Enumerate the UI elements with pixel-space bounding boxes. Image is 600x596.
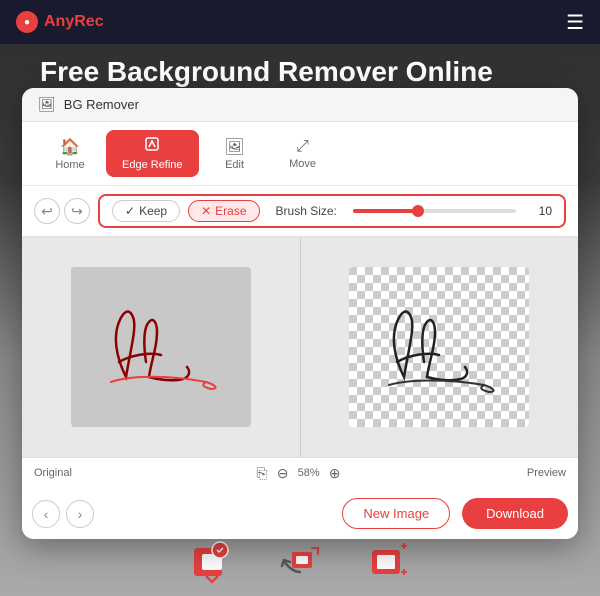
canvas-area [22, 237, 578, 457]
action-bar: ‹ › New Image Download [22, 488, 578, 539]
nav-arrows: ‹ › [32, 500, 94, 528]
preview-image [349, 267, 529, 427]
keep-button[interactable]: ✓ Keep [112, 200, 180, 222]
copy-icon[interactable]: ⎘ [256, 465, 267, 482]
tab-home-label: Home [55, 159, 84, 171]
move-icon: ⤢ [296, 138, 309, 156]
brush-size-label: Brush Size: [276, 204, 337, 218]
original-image [71, 267, 251, 427]
brush-controls: ✓ Keep ✕ Erase Brush Size: 10 [98, 194, 566, 228]
bg-remover-modal: 🖼 BG Remover 🏠 Home Edge Refine 🖼 Edit ⤢… [22, 88, 578, 539]
bg-remover-icon: 🖼 [38, 96, 56, 113]
prev-arrow-button[interactable]: ‹ [32, 500, 60, 528]
preview-canvas-panel [300, 237, 579, 457]
tab-home[interactable]: 🏠 Home [38, 131, 102, 177]
tab-edge-refine[interactable]: Edge Refine [106, 130, 199, 177]
original-canvas-panel [22, 237, 300, 457]
logo: ● AnyRec [16, 11, 104, 33]
zoom-percent: 58% [298, 467, 320, 479]
edge-refine-icon [144, 136, 160, 157]
status-bar: Original ⎘ ⊖ 58% ⊕ Preview [22, 457, 578, 488]
modal-title: BG Remover [64, 97, 139, 112]
toolbar: ↩ ↪ ✓ Keep ✕ Erase Brush Size: 10 [22, 186, 578, 237]
home-icon: 🏠 [60, 137, 80, 157]
feature-icon-3 [364, 538, 412, 586]
tab-move-label: Move [289, 158, 316, 170]
tab-bar: 🏠 Home Edge Refine 🖼 Edit ⤢ Move [22, 122, 578, 186]
preview-label: Preview [437, 467, 566, 479]
next-arrow-button[interactable]: › [66, 500, 94, 528]
logo-text: AnyRec [44, 13, 104, 31]
bottom-feature-icons [0, 538, 600, 586]
original-label: Original [34, 467, 163, 479]
brush-size-slider[interactable] [353, 209, 516, 213]
tab-edit-label: Edit [225, 159, 244, 171]
page-title: Free Background Remover Online [40, 56, 493, 88]
brush-value-display: 10 [532, 204, 552, 218]
top-navigation-bar: ● AnyRec ☰ [0, 0, 600, 44]
eraser-icon: ✕ [201, 204, 211, 218]
zoom-in-button[interactable]: ⊕ [326, 464, 344, 482]
erase-button[interactable]: ✕ Erase [188, 200, 259, 222]
modal-header: 🖼 BG Remover [22, 88, 578, 122]
download-button[interactable]: Download [462, 498, 568, 529]
new-image-button[interactable]: New Image [342, 498, 450, 529]
feature-icon-1 [188, 538, 236, 586]
undo-button[interactable]: ↩ [34, 198, 60, 224]
tab-edit[interactable]: 🖼 Edit [203, 131, 267, 177]
undo-redo-group: ↩ ↪ [34, 198, 90, 224]
checkmark-icon: ✓ [125, 204, 135, 218]
tab-edge-refine-label: Edge Refine [122, 159, 183, 171]
feature-icon-2 [276, 538, 324, 586]
edit-icon: 🖼 [224, 137, 244, 157]
tab-move[interactable]: ⤢ Move [271, 132, 335, 176]
hamburger-menu-icon[interactable]: ☰ [566, 10, 584, 35]
zoom-controls: ⎘ ⊖ 58% ⊕ [171, 464, 429, 482]
redo-button[interactable]: ↪ [64, 198, 90, 224]
zoom-out-button[interactable]: ⊖ [274, 464, 292, 482]
logo-icon: ● [16, 11, 38, 33]
